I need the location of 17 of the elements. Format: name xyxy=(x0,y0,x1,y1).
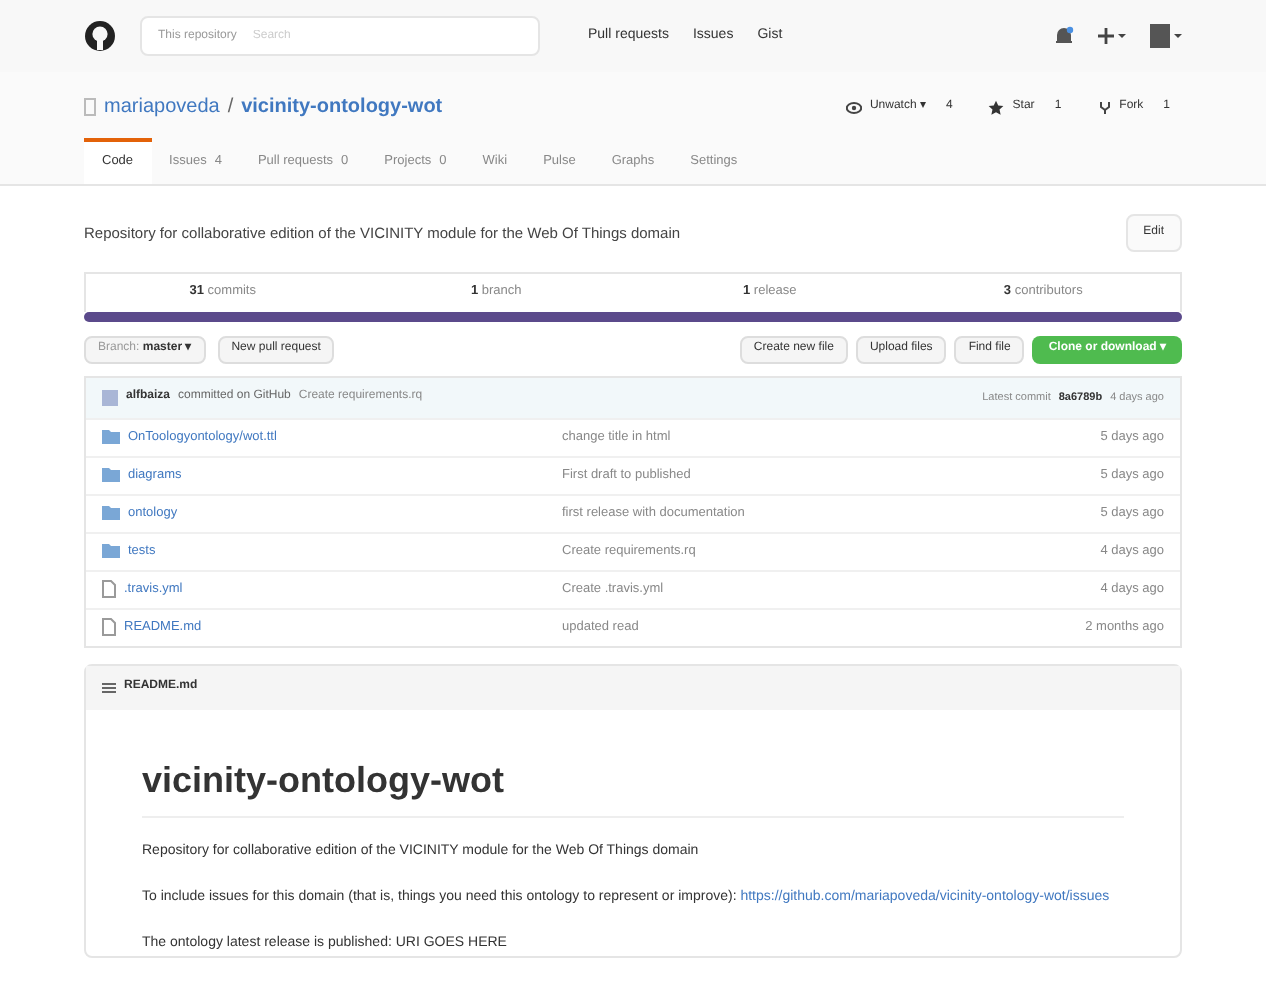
avatar-dropdown-icon[interactable] xyxy=(1150,24,1182,48)
folder-icon xyxy=(102,468,120,483)
fork-icon xyxy=(1097,99,1112,115)
bell-icon[interactable] xyxy=(1054,26,1074,46)
star-icon xyxy=(988,99,1005,115)
folder-icon xyxy=(102,544,120,559)
repo-separator: / xyxy=(227,94,234,122)
repo-icon xyxy=(84,98,96,116)
list-icon xyxy=(102,681,116,694)
folder-icon xyxy=(102,430,120,445)
readme-title: vicinity-ontology-wot xyxy=(142,753,1124,818)
folder-icon xyxy=(102,506,120,521)
repo-name-link[interactable]: vicinity-ontology-wot xyxy=(241,92,443,122)
eye-icon xyxy=(845,101,862,113)
repo-owner-link[interactable]: mariapoveda xyxy=(104,92,220,122)
avatar-icon xyxy=(102,389,118,406)
plus-dropdown-icon[interactable] xyxy=(1098,26,1126,46)
